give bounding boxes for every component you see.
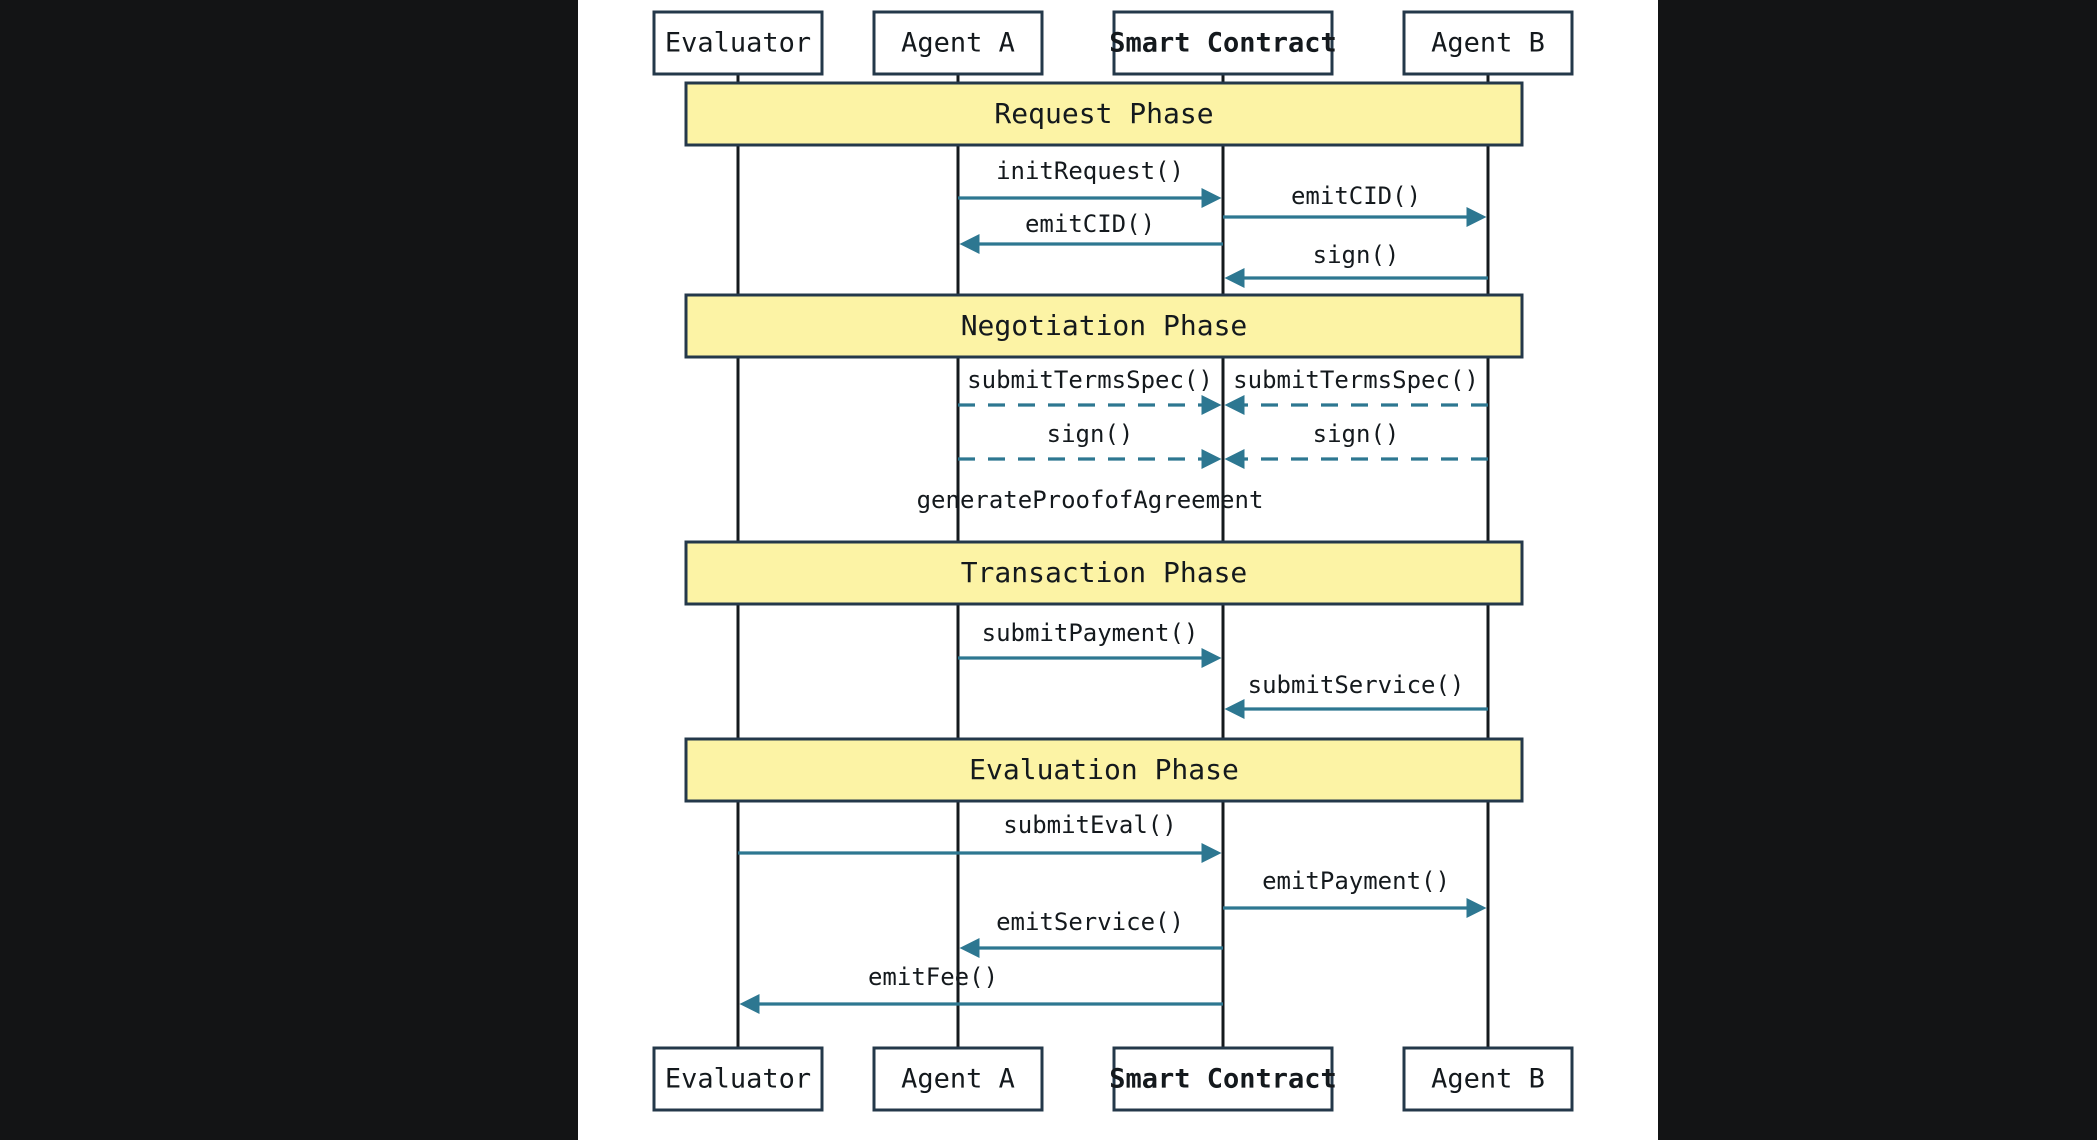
actor-label-agent_a-top: Agent A: [901, 28, 1015, 59]
message-arrowhead-m6: [1224, 395, 1245, 415]
message-m10: submitService(): [1224, 671, 1488, 719]
message-label-m4: sign(): [1313, 241, 1400, 269]
message-label-m10: submitService(): [1248, 671, 1465, 699]
actor-agent_a-top[interactable]: Agent A: [872, 10, 1044, 76]
phase-band-negotiation: Negotiation Phase: [684, 293, 1524, 359]
message-m12: emitPayment(): [1223, 867, 1487, 918]
message-arrowhead-m13: [959, 938, 980, 958]
phase-label-transaction: Transaction Phase: [961, 556, 1248, 589]
actor-smart_contract-bottom[interactable]: Smart Contract: [1109, 1046, 1337, 1112]
message-label-m6: submitTermsSpec(): [1233, 366, 1479, 394]
message-arrowhead-m10: [1224, 699, 1245, 719]
sequence-diagram-svg: Request Phase Negotiation Phase Transactio…: [652, 10, 1574, 1112]
message-arrowhead-m9: [1201, 648, 1222, 668]
message-arrowhead-m4: [1224, 268, 1245, 288]
actor-evaluator-top[interactable]: Evaluator: [652, 10, 824, 76]
notes-layer: generateProofofAgreement: [917, 486, 1264, 514]
message-m9: submitPayment(): [958, 619, 1222, 668]
phase-band-request: Request Phase: [684, 81, 1524, 147]
message-m7: sign(): [958, 420, 1222, 469]
message-arrowhead-m14: [739, 994, 760, 1014]
message-label-m7: sign(): [1047, 420, 1134, 448]
message-m8: sign(): [1224, 420, 1488, 469]
message-arrowhead-m2: [1466, 207, 1487, 227]
actor-agent_b-top[interactable]: Agent B: [1402, 10, 1574, 76]
phase-band-transaction: Transaction Phase: [684, 540, 1524, 606]
actor-evaluator-bottom[interactable]: Evaluator: [652, 1046, 824, 1112]
phase-label-evaluation: Evaluation Phase: [969, 753, 1239, 786]
actor-label-agent_b-bottom: Agent B: [1431, 1064, 1545, 1095]
phase-band-evaluation: Evaluation Phase: [684, 737, 1524, 803]
message-arrowhead-m3: [959, 234, 980, 254]
message-m1: initRequest(): [958, 157, 1222, 208]
message-arrowhead-m11: [1201, 843, 1222, 863]
message-label-m14: emitFee(): [868, 963, 998, 991]
message-label-m11: submitEval(): [1003, 811, 1176, 839]
message-m6: submitTermsSpec(): [1224, 366, 1488, 415]
message-arrowhead-m5: [1201, 395, 1222, 415]
message-m14: emitFee(): [739, 963, 1223, 1014]
message-m4: sign(): [1224, 241, 1488, 288]
note-n1: generateProofofAgreement: [917, 486, 1264, 514]
message-label-m13: emitService(): [996, 908, 1184, 936]
message-label-m1: initRequest(): [996, 157, 1184, 185]
message-m13: emitService(): [959, 908, 1223, 958]
message-label-m8: sign(): [1313, 420, 1400, 448]
message-label-m9: submitPayment(): [982, 619, 1199, 647]
actor-label-evaluator-top: Evaluator: [665, 28, 811, 59]
message-arrowhead-m12: [1466, 898, 1487, 918]
message-m11: submitEval(): [738, 811, 1222, 863]
actor-label-evaluator-bottom: Evaluator: [665, 1064, 811, 1095]
actor-label-smart_contract-bottom: Smart Contract: [1109, 1064, 1337, 1095]
actor-agent_a-bottom[interactable]: Agent A: [872, 1046, 1044, 1112]
sequence-diagram: Request Phase Negotiation Phase Transactio…: [578, 0, 1658, 1140]
message-m3: emitCID(): [959, 210, 1223, 254]
actor-label-agent_a-bottom: Agent A: [901, 1064, 1015, 1095]
screenshot-stage: Request Phase Negotiation Phase Transactio…: [0, 0, 2097, 1140]
actor-label-agent_b-top: Agent B: [1431, 28, 1545, 59]
message-label-m12: emitPayment(): [1262, 867, 1450, 895]
message-arrowhead-m1: [1201, 188, 1222, 208]
actor-smart_contract-top[interactable]: Smart Contract: [1109, 10, 1337, 76]
message-arrowhead-m8: [1224, 449, 1245, 469]
diagram-canvas: Request Phase Negotiation Phase Transactio…: [578, 0, 1658, 1140]
message-arrowhead-m7: [1201, 449, 1222, 469]
message-m5: submitTermsSpec(): [958, 366, 1222, 415]
message-label-m3: emitCID(): [1025, 210, 1155, 238]
message-label-m2: emitCID(): [1291, 182, 1421, 210]
phase-label-request: Request Phase: [994, 97, 1213, 130]
message-label-m5: submitTermsSpec(): [967, 366, 1213, 394]
phase-label-negotiation: Negotiation Phase: [961, 309, 1248, 342]
message-m2: emitCID(): [1223, 182, 1487, 227]
actor-agent_b-bottom[interactable]: Agent B: [1402, 1046, 1574, 1112]
actor-label-smart_contract-top: Smart Contract: [1109, 28, 1337, 59]
